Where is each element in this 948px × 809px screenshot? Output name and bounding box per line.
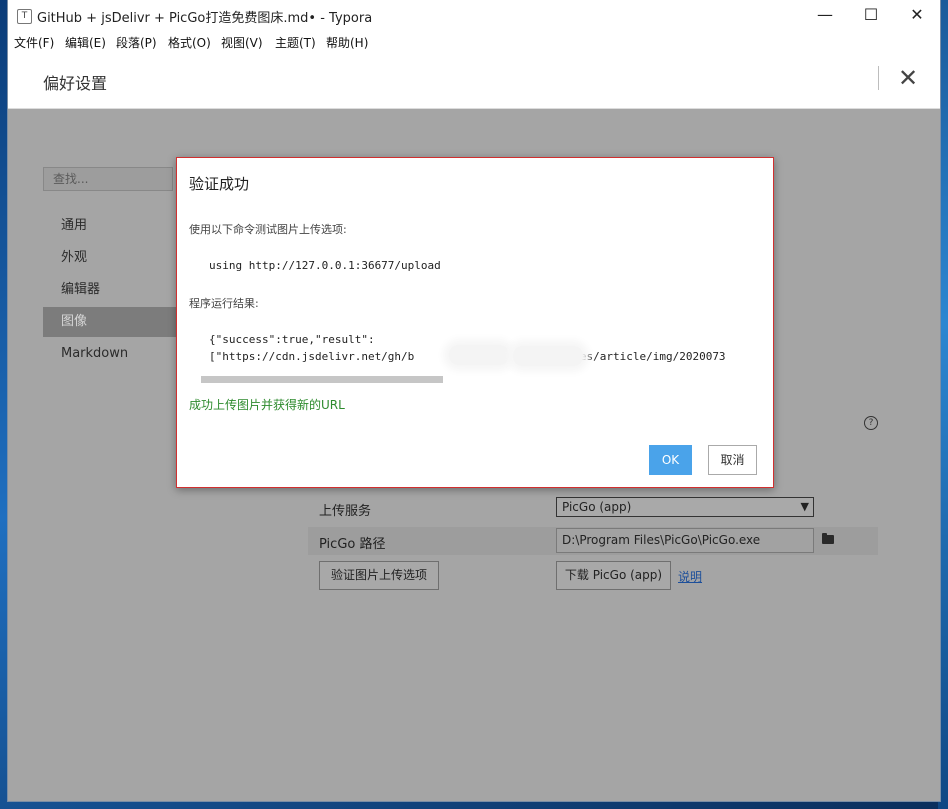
upload-service-label: 上传服务 [319,504,372,519]
chevron-down-icon: ▼ [800,500,809,513]
close-window-button[interactable]: ✕ [894,0,940,30]
picgo-path-label: PicGo 路径 [319,537,386,552]
dialog-command-text: using http://127.0.0.1:36677/upload [209,259,441,272]
menu-paragraph[interactable]: 段落(P) [116,34,157,51]
header-divider [878,66,879,90]
typora-app-icon: T [17,9,32,24]
menu-file[interactable]: 文件(F) [14,34,54,51]
menu-edit[interactable]: 编辑(E) [65,34,106,51]
help-icon[interactable]: ? [864,416,878,430]
verify-upload-button[interactable]: 验证图片上传选项 [319,561,439,590]
sidebar-item-image[interactable]: 图像 [43,307,183,337]
dialog-result-label: 程序运行结果: [189,297,259,310]
preferences-search-input[interactable]: 查找... [43,167,173,191]
horizontal-scrollbar[interactable] [201,376,443,383]
download-picgo-button[interactable]: 下载 PicGo (app) [556,561,671,590]
preferences-title: 偏好设置 [43,74,108,93]
help-link[interactable]: 说明 [678,568,702,585]
menu-bar: 文件(F) 编辑(E) 段落(P) 格式(O) 视图(V) 主题(T) 帮助(H… [8,30,940,54]
ok-button[interactable]: OK [649,445,692,475]
menu-theme[interactable]: 主题(T) [275,34,316,51]
typora-window: T GitHub + jsDelivr + PicGo打造免费图床.md• - … [8,0,940,801]
maximize-button[interactable]: ☐ [848,0,894,30]
cancel-button[interactable]: 取消 [708,445,757,475]
upload-service-select[interactable]: PicGo (app) ▼ [556,497,814,517]
menu-format[interactable]: 格式(O) [168,34,211,51]
upload-service-value: PicGo (app) [562,500,632,514]
redaction-blur [449,345,509,365]
dialog-success-message: 成功上传图片并获得新的URL [189,398,345,412]
close-preferences-icon[interactable]: ✕ [894,62,922,94]
menu-help[interactable]: 帮助(H) [326,34,368,51]
redaction-blur [513,346,583,366]
folder-icon[interactable] [822,533,834,544]
window-title: GitHub + jsDelivr + PicGo打造免费图床.md• - Ty… [37,11,373,26]
dialog-intro-text: 使用以下命令测试图片上传选项: [189,223,347,236]
sidebar-item-editor[interactable]: 编辑器 [43,275,183,305]
preferences-header: 偏好设置 ✕ [8,54,940,109]
title-bar[interactable]: T GitHub + jsDelivr + PicGo打造免费图床.md• - … [8,0,940,30]
sidebar-item-general[interactable]: 通用 [43,211,183,241]
menu-view[interactable]: 视图(V) [221,34,263,51]
sidebar-item-appearance[interactable]: 外观 [43,243,183,273]
dialog-title: 验证成功 [189,175,250,193]
picgo-path-input[interactable]: D:\Program Files\PicGo\PicGo.exe [556,528,814,553]
sidebar-item-markdown[interactable]: Markdown [43,339,183,369]
verify-success-dialog: 验证成功 使用以下命令测试图片上传选项: using http://127.0.… [176,157,774,488]
minimize-button[interactable]: — [802,0,848,30]
